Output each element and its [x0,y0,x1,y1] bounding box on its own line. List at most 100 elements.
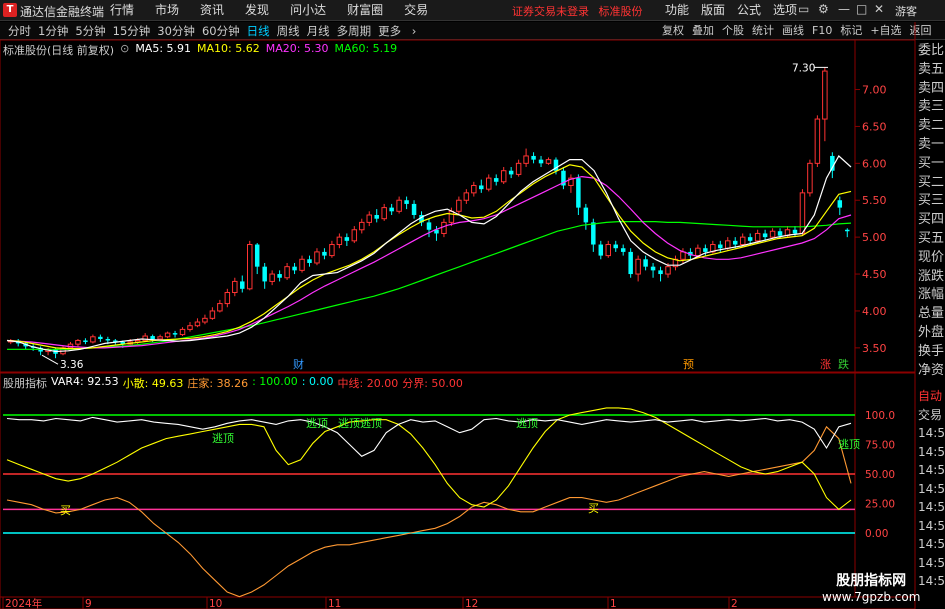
buy-label: 买 [588,502,599,515]
side-label: 涨幅 [918,287,945,303]
zhuangjia-value: 庄家: 38.26 [187,377,249,390]
candle-body [329,244,335,257]
candle-body [613,244,618,249]
candle-body [732,240,738,245]
settings-icon[interactable]: ⊙ [120,42,129,58]
event-label: 预 [683,358,694,371]
candle-body [725,240,731,249]
escape-top-label: 逃顶 [212,432,234,445]
candle-body [105,339,111,341]
x-tick-label: 10 [209,598,222,609]
ma20-line [6,175,852,349]
escape-top-label: 逃顶逃顶 [338,417,382,430]
candle-body [479,185,484,190]
x-axis-bar [0,596,916,609]
fenjie-value: 分界: 50.00 [402,377,463,390]
candle-body [426,222,432,230]
indicator-panel-border [0,372,916,598]
candle-body [814,118,821,164]
ind-y-tick-label: 25.00 [865,499,895,511]
candle-body [822,70,828,120]
candle-body [344,237,350,241]
stock-name[interactable]: 标准股份(日线 前复权) [3,42,114,58]
candle-body [322,251,327,256]
chart-canvas[interactable]: 7.00 6.50 6.00 5.50 5.00 4.50 4.00 3.50 100.0 75.… [0,0,945,609]
var4-line [6,416,852,457]
candle-body [515,162,522,175]
trade-label[interactable]: 交易 [918,406,945,425]
y-tick-label: 5.50 [862,194,887,207]
side-label: 委比 [918,43,945,58]
candle-body [217,303,223,312]
watermark-name: 股朋指标网 [836,573,907,589]
side-label: 总量 [918,306,945,322]
xiaosan-value: 小散: 49.63 [122,377,184,390]
main-chart-header: 标准股份(日线 前复权) ⊙ MA5: 5.91 MA10: 5.62 MA20… [3,42,403,58]
candle-body [531,155,536,160]
candle-body [247,244,253,290]
tick-time: 14:56 [918,555,945,570]
candle-body [224,292,231,305]
indicator-name[interactable]: 股朋指标 [3,375,47,391]
side-label: 买二 [918,174,945,190]
ma20-value: MA20: 5.30 [265,42,329,55]
high-price-label: 7.30 [792,62,815,74]
ma60-line [7,221,852,350]
x-tick-label: 11 [328,598,341,609]
candle-body [157,336,163,340]
zhongxian-value: 中线: 20.00 [337,377,399,390]
side-label: 买四 [918,212,945,228]
y-tick-label: 4.00 [862,305,887,318]
side-label: 买一 [918,155,945,171]
side-label: 外盘 [918,324,945,340]
candle-body [680,251,686,260]
candle-body [471,184,477,194]
ind-y-tick-label: 75.00 [865,440,895,452]
candle-body [523,155,529,164]
tick-time: 14:56 [918,518,945,533]
side-label: 卖三 [918,99,945,115]
watermark: 股朋指标网 www.7gpzb.com [822,570,920,604]
candle-body [179,328,186,336]
side-label: 现价 [918,249,945,265]
x-tick-label: 2 [731,598,738,609]
candle-body [381,207,387,220]
candle-body [269,273,275,282]
candle-body [411,203,417,215]
ma5-line [6,155,852,353]
candle-body [792,229,798,234]
candle-body [837,200,843,208]
ma10-value: MA10: 5.62 [197,42,260,55]
escape-top-label: 逃顶 [838,438,860,451]
xiaosan-line [6,407,852,511]
buy-label: 买 [60,504,71,517]
var4-value: VAR4: 92.53 [51,375,119,388]
candle-body [202,317,208,323]
candle-body [292,266,297,271]
auto-trade-label[interactable]: 自动 [918,387,945,406]
side-label: 涨跌 [918,268,945,284]
tick-time: 14:56 [918,426,945,440]
tick-time: 14:56 [918,463,945,477]
x-tick-label: 1 [610,598,617,609]
ma5-value: MA5: 5.91 [135,42,192,55]
candle-body [463,192,470,201]
escape-top-label: 逃顶 [516,417,538,430]
candle-body [98,336,103,339]
candle-body [299,258,305,271]
candle-body [262,266,267,282]
side-label: 卖五 [918,61,945,77]
candle-body [374,215,379,219]
side-label: 买五 [918,230,945,246]
candle-body [448,210,455,223]
candle-body [194,321,201,327]
candle-body [500,170,507,183]
candle-body [172,333,178,335]
tick-time: 14:56 [918,481,945,496]
candle-body [605,244,611,257]
escape-top-label: 逃顶 [306,417,328,430]
candle-body [739,236,746,246]
candle-body [404,200,409,204]
y-tick-label: 6.00 [862,157,887,170]
tick-time: 14:56 [918,537,945,551]
